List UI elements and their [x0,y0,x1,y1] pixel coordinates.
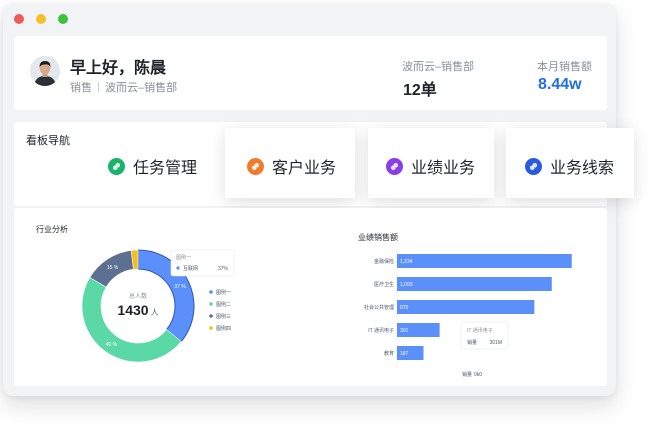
donut-tooltip: 图例一 互联网 37% [170,249,235,277]
legend-swatch [209,326,213,330]
stat-sales-value: 8.44w [538,76,582,93]
maximize-window-button[interactable] [58,14,68,24]
dashboard-nav: 看板导航 任务管理 客户业务 业绩业务 业务线索 [14,122,634,206]
nav-item-customer-business[interactable]: 客户业务 [247,154,336,178]
legend-item[interactable]: 图例四 [216,325,231,332]
bar-value-label: 970 [400,305,409,311]
link-icon [247,157,264,175]
tooltip-value: 37% [218,266,229,272]
profile-header: 早上好，陈晨 销售 波而云–销售部 波而云–销售部 12单 本月销售额 8.44w [14,36,607,110]
donut-slice-label: 49 % [106,342,118,348]
department-label: 波而云–销售部 [105,82,178,94]
donut-slice-2[interactable] [81,277,182,363]
bar-value-label: 301 [400,328,409,334]
tooltip-item: 互联网 [183,265,198,272]
app-window: 早上好，陈晨 销售 波而云–销售部 波而云–销售部 12单 本月销售额 8.44w… [3,3,634,396]
donut-slice-label: 15 % [107,265,119,271]
category-label: IT 通讯电子 [368,327,394,334]
legend-item[interactable]: 图例一 [216,289,231,296]
donut-center-value: 1430 人 [117,302,158,318]
donut-center-number: 1430 [117,302,148,318]
bar[interactable] [397,277,552,291]
donut-center-label: 总人数 [129,292,147,300]
divider [98,82,99,92]
x-axis-value: 0k0 [474,372,482,378]
avatar[interactable] [30,56,60,86]
legend-swatch [209,314,213,318]
bar-value-label: 1,234 [400,259,413,265]
legend-swatch [209,290,213,294]
tooltip-swatch [176,266,180,270]
legend-item[interactable]: 图例三 [216,313,231,320]
link-icon [525,157,542,175]
stat-sales-label: 本月销售额 [537,61,592,73]
nav-item-task-management[interactable]: 任务管理 [108,154,197,178]
x-axis-label: 销量 [462,371,472,378]
nav-item-business-leads[interactable]: 业务线索 [525,154,614,178]
industry-donut-chart: 总人数 1430 人 37 % 49 % 15 % 图例一图例二图例三图例四 图例一 … [81,249,235,363]
legend-item[interactable]: 图例二 [216,301,231,308]
category-label: 教育 [384,350,394,357]
link-icon [386,157,403,175]
charts-panel: 行业分析 业绩销售额 总人数 1430 人 37 % 49 % 15 % 图例一 图例二… [14,208,607,386]
donut-center-unit: 人 [151,308,159,317]
donut-slice-label: 37 % [174,284,186,290]
category-label: 金融保险 [374,258,394,265]
minimize-window-button[interactable] [36,14,46,24]
tooltip-item: 销量 [467,339,477,346]
nav-item-label: 客户业务 [272,160,337,177]
user-avatar-icon [30,56,60,86]
bar-value-label: 187 [400,351,409,357]
nav-item-label: 任务管理 [133,160,198,177]
category-label: 医疗卫生 [374,281,394,288]
tooltip-value: 301M [489,340,502,346]
nav-item-performance-business[interactable]: 业绩业务 [386,154,475,178]
legend-swatch [209,302,213,306]
greeting-text: 早上好，陈晨 [70,60,167,77]
bar-tooltip: IT 通讯电子 销量 301M [460,321,509,350]
nav-title: 看板导航 [26,135,70,147]
stat-orders-label: 波而云–销售部 [402,61,475,73]
stat-orders-value: 12单 [403,82,437,99]
close-window-button[interactable] [14,14,24,24]
nav-item-label: 业务线索 [550,160,615,177]
sales-bar-chart: 金融保险 1,234 医疗卫生 1,093 社会公共管理 970 IT 通讯电子 301 教育 1… [364,248,572,378]
bar-value-label: 1,093 [400,282,413,288]
link-icon [108,157,125,175]
tooltip-title: 图例一 [176,254,191,261]
category-label: 社会公共管理 [364,304,394,311]
user-role: 销售 波而云–销售部 [70,79,177,95]
role-label: 销售 [70,82,92,94]
nav-item-label: 业绩业务 [411,160,476,177]
bar[interactable] [397,300,535,314]
tooltip-title: IT 通讯电子 [467,327,493,334]
bar[interactable] [397,254,572,268]
